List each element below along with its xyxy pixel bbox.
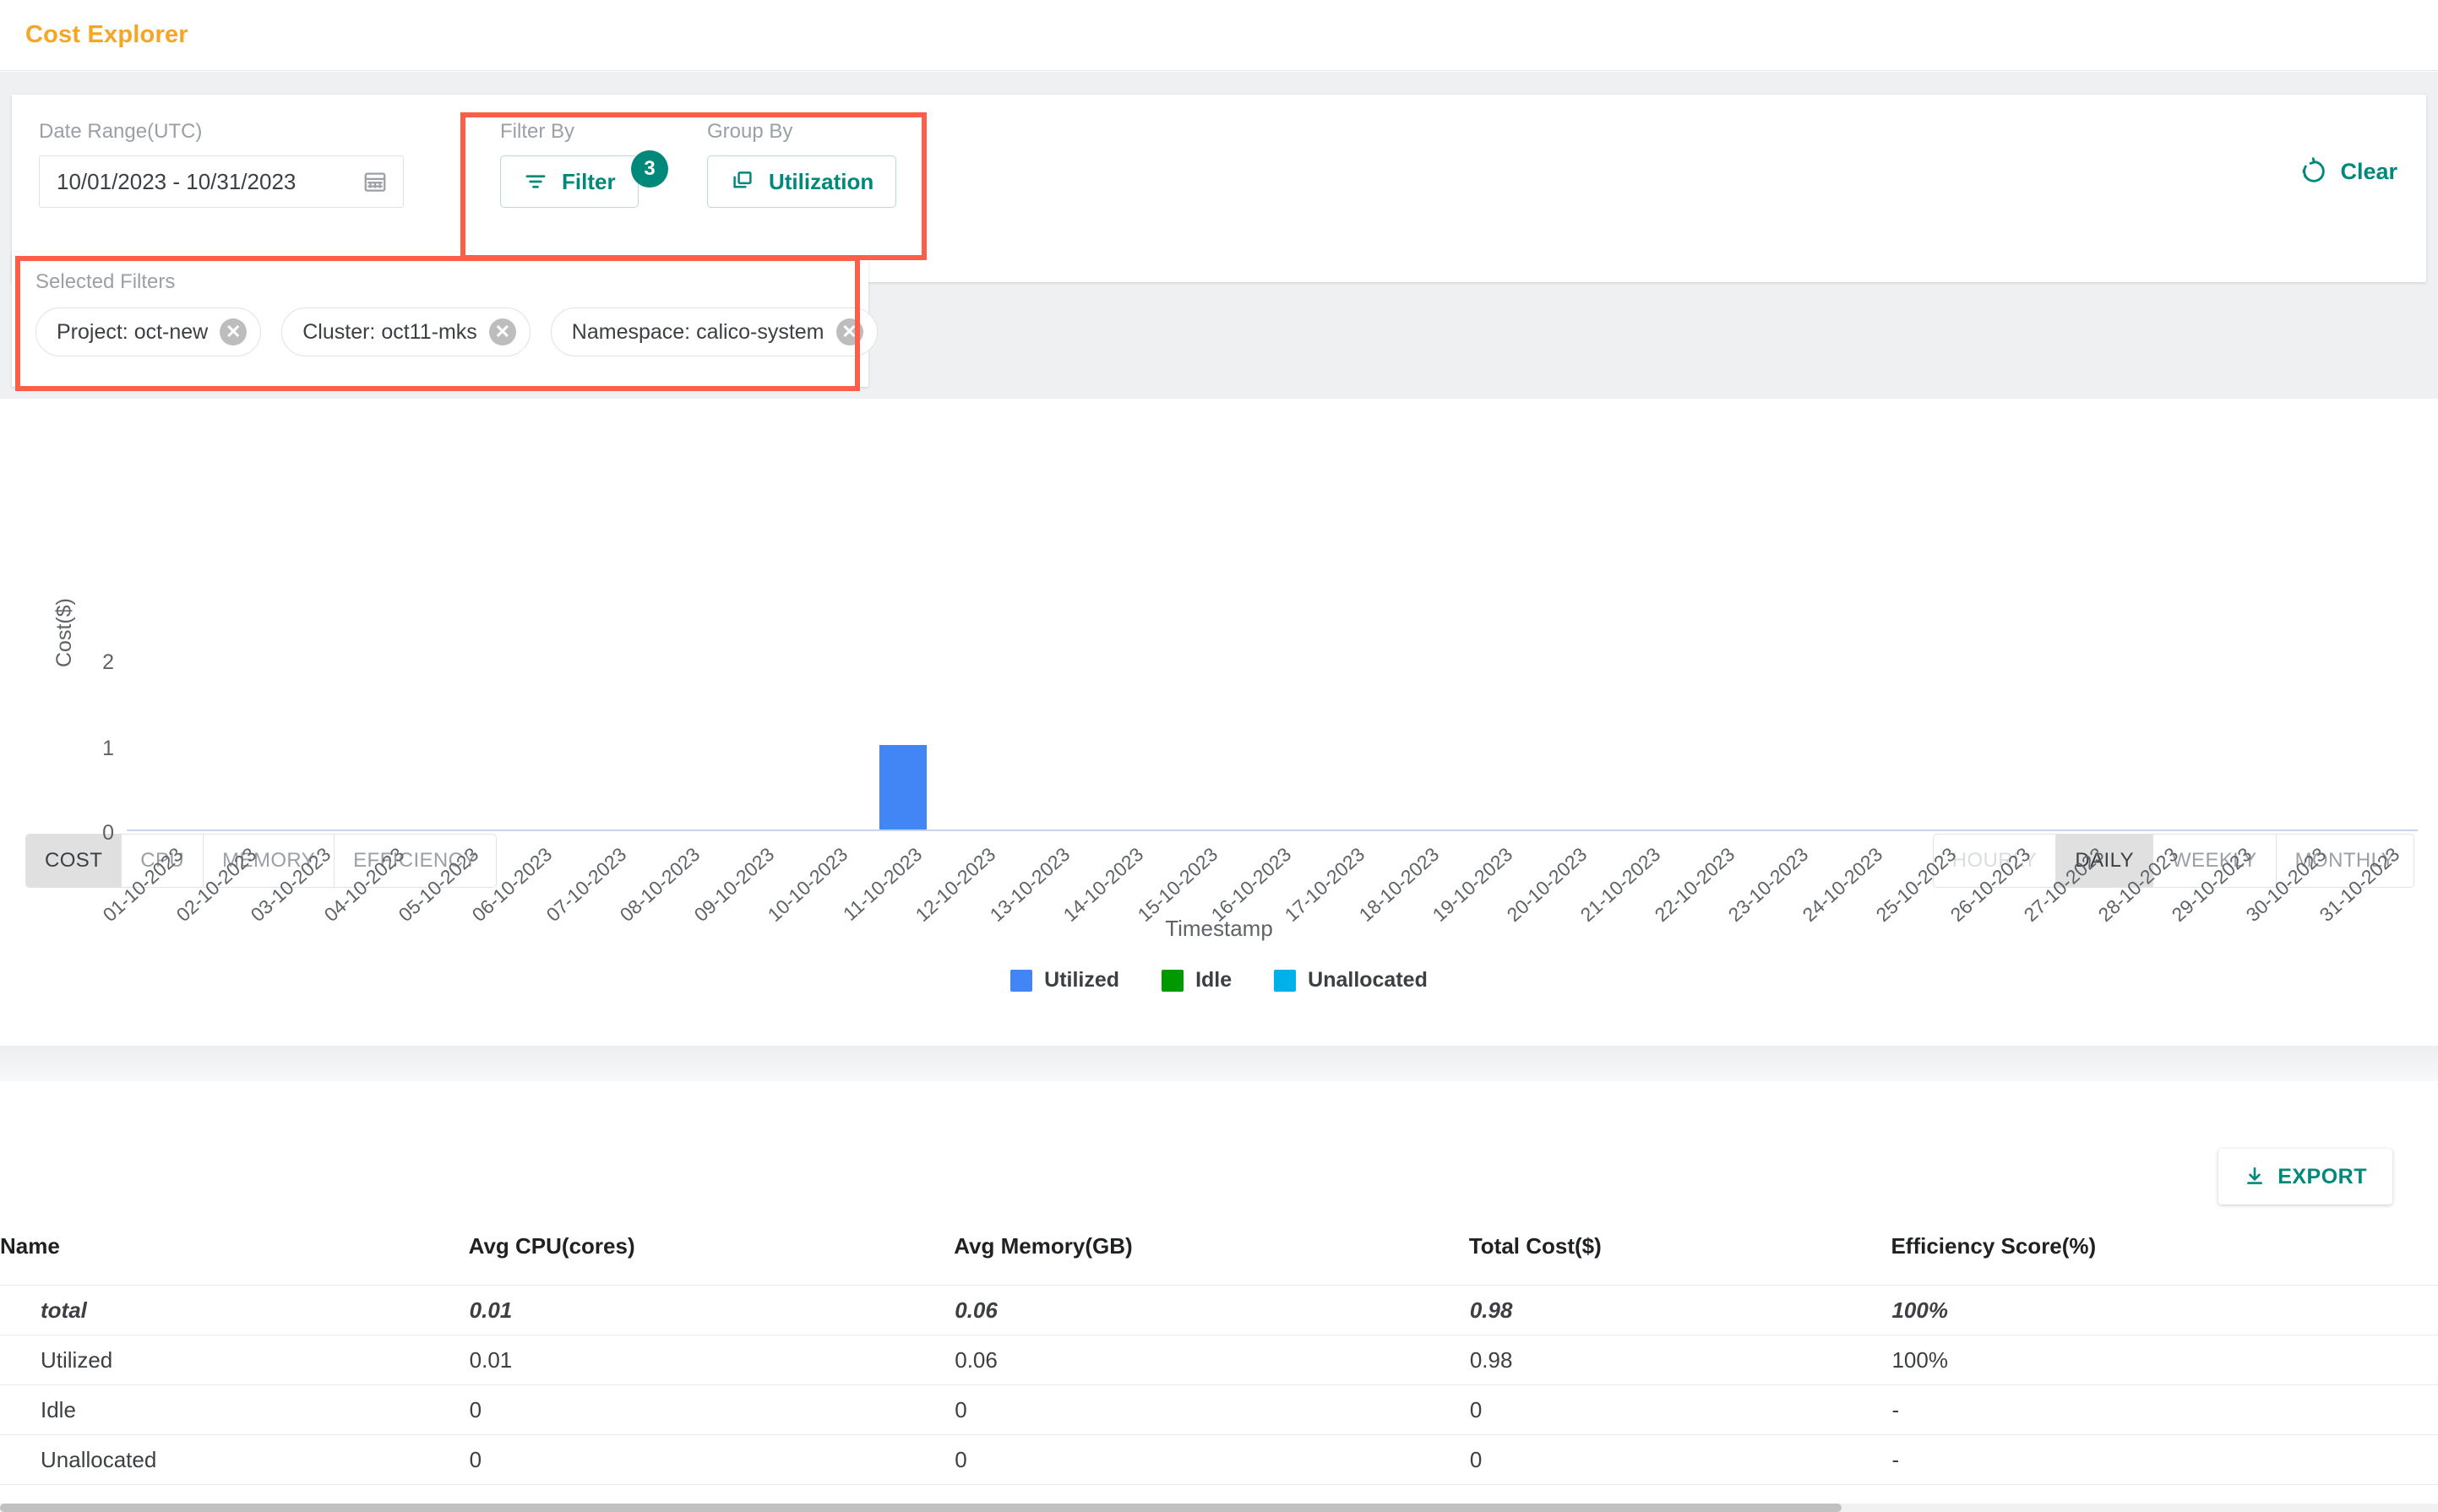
cell-avg-cpu: 0.01 — [468, 1335, 955, 1385]
cell-avg-memory: 0 — [954, 1384, 1469, 1435]
filter-lines-icon — [523, 169, 548, 194]
date-range-group: Date Range(UTC) 10/01/2023 - 10/31/2023 — [39, 120, 404, 208]
filter-chip-label: Cluster: oct11-mks — [302, 319, 477, 344]
app-header: Cost Explorer — [0, 0, 2438, 71]
filter-button[interactable]: Filter — [500, 155, 639, 208]
cell-efficiency: - — [1891, 1434, 2438, 1485]
export-label: EXPORT — [2277, 1164, 2367, 1188]
legend-swatch-idle — [1162, 969, 1184, 992]
table-row: total 0.01 0.06 0.98 100% — [0, 1285, 2438, 1335]
date-range-label: Date Range(UTC) — [39, 120, 203, 143]
filter-chip[interactable]: Cluster: oct11-mks ✕ — [281, 307, 531, 356]
legend-label: Idle — [1195, 968, 1233, 992]
cell-name: Unallocated — [0, 1434, 469, 1485]
download-icon — [2244, 1166, 2266, 1188]
cell-total-cost: 0.98 — [1468, 1335, 1891, 1385]
cell-total-cost: 0 — [1468, 1384, 1891, 1435]
filter-count-badge: 3 — [631, 150, 668, 188]
cell-efficiency: - — [1891, 1384, 2438, 1435]
table-row: Idle 0 0 0 - — [0, 1384, 2438, 1435]
chart-x-axis-label: Timestamp — [1165, 916, 1273, 941]
date-range-input[interactable]: 10/01/2023 - 10/31/2023 — [39, 155, 404, 208]
restore-icon — [2299, 157, 2328, 186]
group-by-value: Utilization — [769, 168, 874, 194]
chart-y-axis-label: Cost($) — [52, 598, 76, 667]
filter-chip-label: Namespace: calico-system — [571, 319, 824, 344]
summary-table: Name Avg CPU(cores) Avg Memory(GB) Total… — [0, 1233, 2438, 1485]
export-button[interactable]: EXPORT — [2218, 1149, 2392, 1205]
group-by-group: Group By Utilization — [707, 120, 897, 208]
group-by-label: Group By — [707, 120, 793, 143]
legend-swatch-unallocated — [1274, 969, 1297, 992]
filter-chip-label: Project: oct-new — [57, 319, 209, 344]
selected-filters-card: Selected Filters Project: oct-new ✕ Clus… — [12, 252, 878, 387]
horizontal-scrollbar-track[interactable] — [0, 1504, 2438, 1512]
chart-bar[interactable] — [879, 745, 927, 829]
section-divider — [0, 1046, 2438, 1081]
cell-avg-memory: 0.06 — [954, 1335, 1469, 1385]
cell-avg-cpu: 0 — [468, 1384, 955, 1435]
chart-y-tick: 1 — [102, 737, 114, 760]
filter-chip[interactable]: Namespace: calico-system ✕ — [550, 307, 878, 356]
chart-y-tick: 2 — [102, 650, 114, 674]
filter-chip[interactable]: Project: oct-new ✕ — [35, 307, 262, 356]
horizontal-scrollbar-thumb[interactable] — [0, 1504, 1842, 1512]
legend-item-unallocated[interactable]: Unallocated — [1274, 968, 1428, 993]
cell-efficiency: 100% — [1891, 1285, 2438, 1335]
chart-y-tick: 0 — [102, 821, 114, 845]
table-row: Utilized 0.01 0.06 0.98 100% — [0, 1335, 2438, 1385]
chart-x-axis-line — [127, 829, 2418, 831]
column-header-avg-cpu: Avg CPU(cores) — [468, 1233, 955, 1286]
filter-button-label: Filter — [562, 168, 616, 194]
chart-legend: Utilized Idle Unallocated — [0, 968, 2438, 993]
calendar-icon[interactable] — [362, 169, 388, 194]
table-header-row: Name Avg CPU(cores) Avg Memory(GB) Total… — [0, 1233, 2438, 1286]
cell-name: Idle — [0, 1384, 469, 1435]
summary-table-section: EXPORT Name Avg CPU(cores) Avg Memory(GB… — [0, 1081, 2438, 1512]
column-header-efficiency: Efficiency Score(%) — [1891, 1233, 2438, 1286]
page-title: Cost Explorer — [25, 21, 188, 48]
cell-total-cost: 0 — [1468, 1434, 1891, 1485]
selected-filters-chip-list: Project: oct-new ✕ Cluster: oct11-mks ✕ … — [35, 307, 878, 356]
column-header-avg-memory: Avg Memory(GB) — [954, 1233, 1469, 1286]
legend-item-utilized[interactable]: Utilized — [1010, 968, 1119, 993]
cell-efficiency: 100% — [1891, 1335, 2438, 1385]
date-range-value: 10/01/2023 - 10/31/2023 — [57, 168, 297, 194]
close-icon[interactable]: ✕ — [220, 318, 248, 345]
table-row: Unallocated 0 0 0 - — [0, 1434, 2438, 1485]
group-by-button[interactable]: Utilization — [707, 155, 897, 208]
chart-card: COST CPU MEMORY EFFICIENCY HOURLY DAILY … — [0, 399, 2438, 1041]
legend-label: Unallocated — [1308, 968, 1428, 992]
selected-filters-title: Selected Filters — [35, 270, 176, 293]
column-header-name: Name — [0, 1233, 469, 1286]
clear-label: Clear — [2340, 158, 2397, 184]
cell-avg-memory: 0.06 — [954, 1285, 1469, 1335]
close-icon[interactable]: ✕ — [488, 318, 516, 345]
cell-name: total — [0, 1285, 469, 1335]
cell-avg-memory: 0 — [954, 1434, 1469, 1485]
filter-by-group: Filter By Filter 3 — [500, 120, 668, 208]
close-icon[interactable]: ✕ — [835, 318, 863, 345]
legend-swatch-utilized — [1010, 969, 1033, 992]
cell-avg-cpu: 0.01 — [468, 1285, 955, 1335]
cell-avg-cpu: 0 — [468, 1434, 955, 1485]
legend-label: Utilized — [1044, 968, 1120, 992]
cell-total-cost: 0.98 — [1468, 1285, 1891, 1335]
layers-icon — [730, 169, 755, 194]
clear-button[interactable]: Clear — [2299, 157, 2397, 186]
cell-name: Utilized — [0, 1335, 469, 1385]
column-header-total-cost: Total Cost($) — [1468, 1233, 1891, 1286]
filter-by-label: Filter By — [500, 120, 575, 143]
legend-item-idle[interactable]: Idle — [1162, 968, 1232, 993]
